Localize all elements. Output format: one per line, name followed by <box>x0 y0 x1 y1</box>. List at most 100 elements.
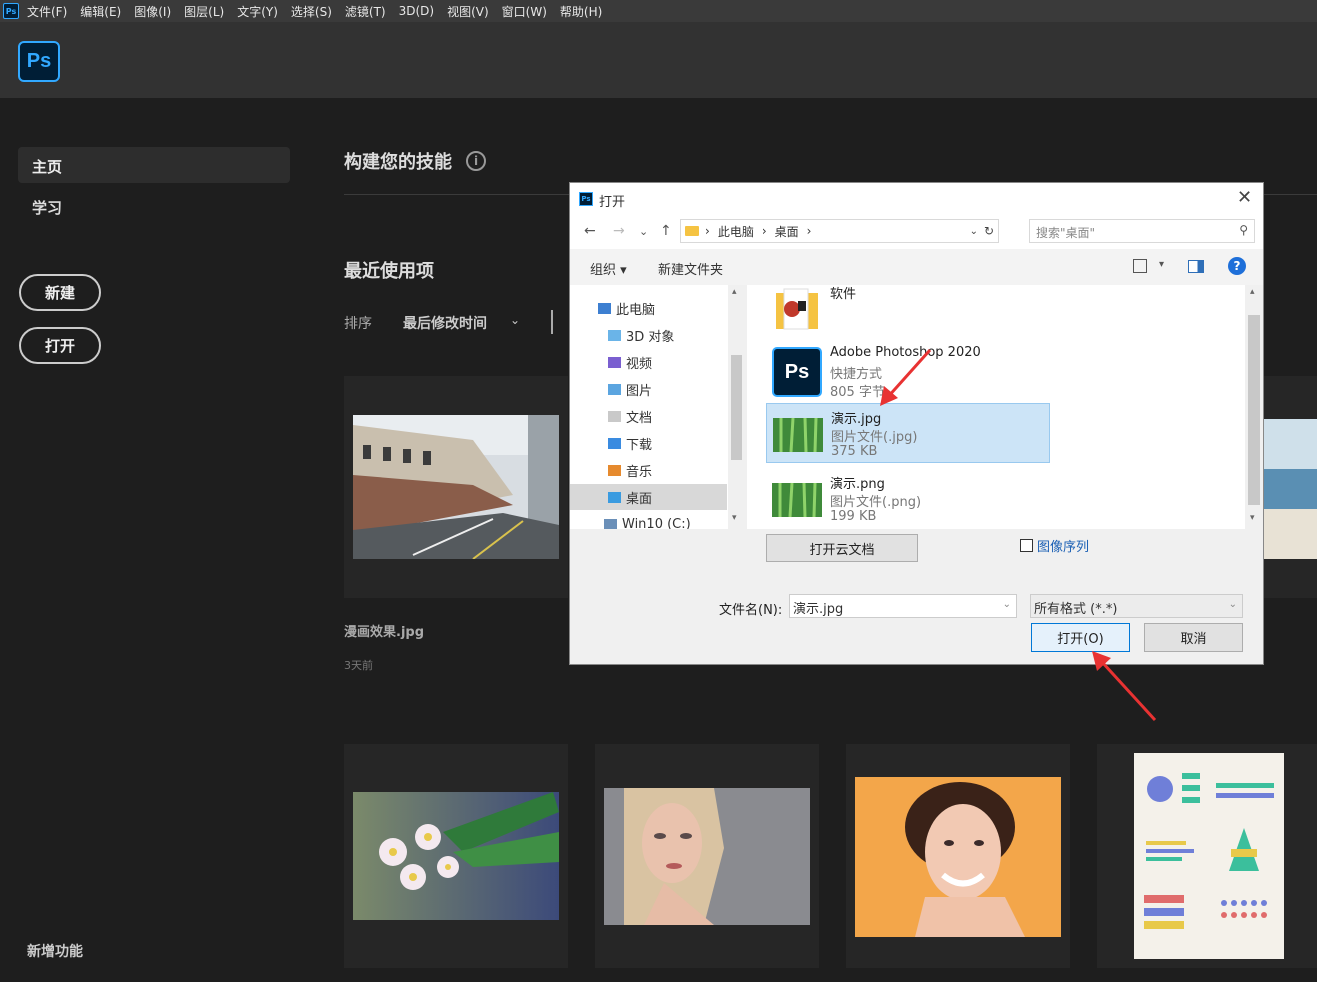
address-bar[interactable]: › 此电脑 › 桌面 › ⌄ ↻ <box>680 219 999 243</box>
recent-file-card[interactable] <box>846 744 1070 968</box>
tree-item[interactable]: 此电脑 <box>598 297 655 319</box>
whats-new-link[interactable]: 新增功能 <box>27 941 83 961</box>
tree-item[interactable]: 图片 <box>608 378 652 400</box>
scroll-down-icon[interactable]: ▾ <box>732 513 737 523</box>
cancel-button[interactable]: 取消 <box>1144 623 1243 652</box>
image-sequence-checkbox[interactable]: 图像序列 <box>1020 536 1089 555</box>
breadcrumb-this-pc[interactable]: 此电脑 <box>718 223 754 240</box>
file-name: 演示.jpg <box>831 412 882 427</box>
file-list: 软件 Ps Adobe Photoshop 2020 快捷方式 805 字节 演… <box>747 285 1245 529</box>
forward-arrow-icon[interactable]: → <box>613 223 625 239</box>
file-size: 199 KB <box>830 509 877 524</box>
new-folder-button[interactable]: 新建文件夹 <box>658 259 723 278</box>
menu-bar: Ps 文件(F) 编辑(E) 图像(I) 图层(L) 文字(Y) 选择(S) 滤… <box>0 0 1317 22</box>
tree-item[interactable]: Win10 (C:) <box>604 513 691 529</box>
folder-icon <box>776 288 818 330</box>
breadcrumb-desktop[interactable]: 桌面 <box>775 223 799 240</box>
close-icon[interactable]: ✕ <box>1237 187 1252 208</box>
recent-file-card[interactable] <box>1097 744 1317 968</box>
recent-title: 最近使用项 <box>344 261 434 282</box>
3d-objects-icon <box>608 329 621 341</box>
recent-file-card[interactable] <box>344 744 568 968</box>
tree-item[interactable]: 下载 <box>608 432 652 454</box>
pictures-folder-icon <box>608 383 621 395</box>
filetype-select[interactable]: 所有格式 (*.*) ⌄ <box>1030 594 1243 618</box>
tree-item-label: 3D 对象 <box>626 329 675 345</box>
open-confirm-button[interactable]: 打开(O) <box>1031 623 1130 652</box>
breadcrumb-separator: › <box>761 224 767 238</box>
menu-view[interactable]: 视图(V) <box>447 3 489 20</box>
file-size: 375 KB <box>831 444 878 459</box>
skills-heading: 构建您的技能 i <box>344 148 486 174</box>
tree-item-label: 视频 <box>626 356 653 372</box>
chevron-down-icon[interactable]: ⌄ <box>1003 599 1011 610</box>
new-button[interactable]: 新建 <box>19 274 101 311</box>
info-icon[interactable]: i <box>466 151 486 171</box>
recent-file-card[interactable] <box>595 744 819 968</box>
tree-item[interactable]: 音乐 <box>608 459 652 481</box>
sidebar-item-home[interactable]: 主页 <box>18 147 290 183</box>
scroll-up-icon[interactable]: ▴ <box>1250 287 1255 297</box>
recent-file-card[interactable] <box>344 376 568 598</box>
sea-photo <box>1264 419 1317 559</box>
address-row: ← → ⌄ ↑ › 此电脑 › 桌面 › ⌄ ↻ 搜索"桌面" ⚲ <box>570 215 1263 249</box>
tree-item-label: 桌面 <box>626 491 653 507</box>
tree-scrollbar[interactable]: ▴ ▾ <box>728 285 745 529</box>
organize-menu[interactable]: 组织 ▾ <box>590 259 627 278</box>
photoshop-shortcut-icon: Ps <box>772 347 822 397</box>
menu-image[interactable]: 图像(I) <box>134 3 171 20</box>
menu-window[interactable]: 窗口(W) <box>502 3 547 20</box>
file-item[interactable]: 软件 <box>766 285 1049 339</box>
folder-icon <box>685 226 699 236</box>
menu-filter[interactable]: 滤镜(T) <box>345 3 386 20</box>
view-options-icon[interactable] <box>1133 259 1147 273</box>
checkbox-icon[interactable] <box>1020 539 1033 552</box>
navigation-tree: 此电脑 3D 对象视频图片文档下载音乐桌面 Win10 (C:) <box>570 285 745 529</box>
tree-item[interactable]: 3D 对象 <box>608 324 674 346</box>
menu-select[interactable]: 选择(S) <box>291 3 332 20</box>
menu-layer[interactable]: 图层(L) <box>184 3 224 20</box>
menu-file[interactable]: 文件(F) <box>27 3 67 20</box>
search-icon[interactable]: ⚲ <box>1239 223 1248 237</box>
recent-locations-icon[interactable]: ⌄ <box>639 225 648 238</box>
menu-edit[interactable]: 编辑(E) <box>80 3 121 20</box>
recent-file-name[interactable]: 漫画效果.jpg <box>344 621 424 640</box>
menu-type[interactable]: 文字(Y) <box>237 3 278 20</box>
tree-item-label: Win10 (C:) <box>622 516 691 530</box>
dialog-title-bar: Ps 打开 ✕ <box>570 183 1263 215</box>
file-list-scrollbar-thumb[interactable] <box>1248 315 1260 505</box>
menu-3d[interactable]: 3D(D) <box>399 4 434 18</box>
help-icon[interactable]: ? <box>1228 257 1246 275</box>
file-list-scrollbar[interactable]: ▴ ▾ <box>1246 285 1263 529</box>
file-item-selected[interactable]: 演示.jpg 图片文件(.jpg) 375 KB <box>766 403 1050 463</box>
tree-item[interactable]: 桌面 <box>608 486 652 508</box>
file-item[interactable]: 演示.png 图片文件(.png) 199 KB <box>766 469 1049 529</box>
smiling-woman-photo <box>855 777 1061 937</box>
photoshop-icon: Ps <box>579 192 593 206</box>
tree-item-label: 此电脑 <box>616 302 656 318</box>
menu-help[interactable]: 帮助(H) <box>560 3 602 20</box>
chevron-down-icon[interactable]: ⌄ <box>510 313 520 327</box>
open-cloud-document-button[interactable]: 打开云文档 <box>766 534 918 562</box>
chevron-down-icon[interactable]: ▾ <box>1159 259 1164 270</box>
chevron-down-icon[interactable]: ⌄ <box>1229 599 1237 610</box>
preview-pane-icon[interactable] <box>1188 260 1204 273</box>
file-item[interactable]: Ps Adobe Photoshop 2020 快捷方式 805 字节 <box>766 341 1049 401</box>
open-button[interactable]: 打开 <box>19 327 101 364</box>
filename-input[interactable]: 演示.jpg ⌄ <box>789 594 1017 618</box>
sort-dropdown[interactable]: 最后修改时间 <box>403 313 487 333</box>
tree-item[interactable]: 视频 <box>608 351 652 373</box>
blonde-portrait-photo <box>604 788 810 925</box>
refresh-icon[interactable]: ↻ <box>984 224 994 238</box>
up-arrow-icon[interactable]: ↑ <box>660 223 672 239</box>
search-input[interactable]: 搜索"桌面" ⚲ <box>1029 219 1255 243</box>
open-file-dialog: Ps 打开 ✕ ← → ⌄ ↑ › 此电脑 › 桌面 › ⌄ ↻ 搜索"桌面" … <box>569 182 1264 665</box>
back-arrow-icon[interactable]: ← <box>584 223 596 239</box>
tree-scrollbar-thumb[interactable] <box>731 355 742 460</box>
sidebar-item-learn[interactable]: 学习 <box>32 197 62 218</box>
scroll-down-icon[interactable]: ▾ <box>1250 513 1255 523</box>
chevron-down-icon[interactable]: ⌄ <box>970 226 978 237</box>
tree-item[interactable]: 文档 <box>608 405 652 427</box>
pc-icon <box>598 302 611 314</box>
scroll-up-icon[interactable]: ▴ <box>732 287 737 297</box>
